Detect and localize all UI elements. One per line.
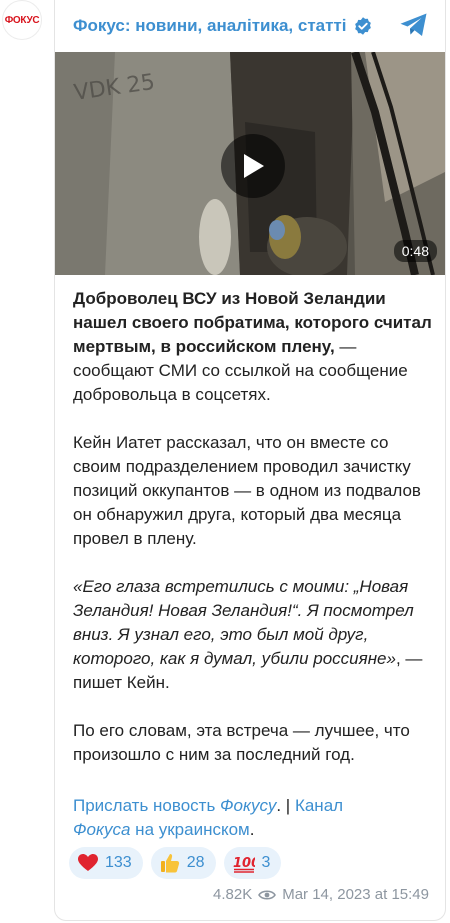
- headline-bold: Доброволец ВСУ из Новой Зеландии нашел с…: [73, 289, 432, 356]
- views-count: 4.82K: [213, 886, 253, 903]
- message-date: Mar 14, 2023 at 15:49: [282, 886, 429, 903]
- channel-rest: на украинском: [130, 820, 250, 839]
- reaction-thumbs-up[interactable]: 28: [150, 847, 216, 879]
- paragraph-1: Доброволец ВСУ из Новой Зеландии нашел с…: [73, 287, 433, 407]
- send-news-link[interactable]: Прислать новость Фокусу: [73, 796, 276, 815]
- reaction-heart[interactable]: 133: [69, 847, 143, 879]
- message-text: Доброволец ВСУ из Новой Зеландии нашел с…: [73, 287, 433, 791]
- paragraph-3: «Его глаза встретились с моими: „Новая З…: [73, 575, 433, 695]
- send-news-text: Прислать новость: [73, 796, 221, 815]
- video-duration: 0:48: [393, 240, 437, 262]
- reaction-count: 3: [261, 854, 271, 871]
- message-card: Фокус: новини, аналітика, статті VDK 25: [54, 0, 446, 921]
- message-meta: 4.82K Mar 14, 2023 at 15:49: [213, 886, 429, 903]
- send-news-italic: Фокусу: [220, 796, 277, 815]
- paragraph-4: По его словам, эта встреча — лучшее, что…: [73, 721, 410, 764]
- reaction-hundred[interactable]: 100 3: [223, 847, 282, 879]
- footer-links: Прислать новость Фокусу. | Канал Фокуса …: [73, 794, 433, 842]
- links-separator: . |: [276, 796, 295, 815]
- quote-italic: «Его глаза встретились с моими: „Новая З…: [73, 577, 414, 668]
- avatar-text: ФОКУС: [4, 14, 40, 26]
- channel-avatar[interactable]: ФОКУС: [2, 0, 42, 40]
- heart-icon: [78, 854, 98, 872]
- verified-badge-icon: [354, 17, 371, 35]
- play-icon: [244, 154, 264, 178]
- hundred-icon: 100: [233, 853, 255, 873]
- reaction-count: 28: [186, 854, 205, 871]
- channel-italic: Фокуса: [73, 820, 131, 839]
- channel-name[interactable]: Фокус: новини, аналітика, статті: [73, 16, 347, 36]
- telegram-logo-icon[interactable]: [399, 12, 429, 38]
- thumbs-up-icon: [160, 853, 180, 873]
- links-end: .: [249, 820, 255, 839]
- reaction-count: 133: [105, 854, 132, 871]
- message-header: Фокус: новини, аналітика, статті: [55, 0, 445, 52]
- reactions-bar: 133 28 100 3: [69, 847, 282, 879]
- play-button[interactable]: [221, 134, 285, 198]
- channel-text: Канал: [294, 796, 344, 815]
- eye-icon: [258, 889, 277, 900]
- video-player[interactable]: VDK 25 0:48: [55, 52, 445, 275]
- paragraph-2: Кейн Иатет рассказал, что он вместе со с…: [73, 433, 421, 548]
